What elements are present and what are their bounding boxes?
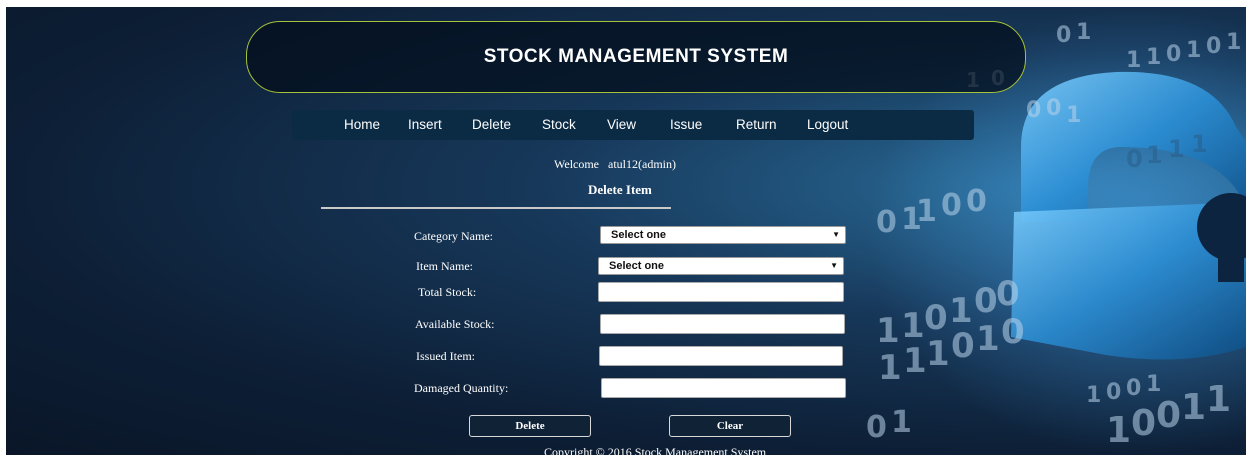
welcome-message: Welcome atul12(admin) <box>554 157 676 172</box>
svg-text:1: 1 <box>1181 387 1206 428</box>
svg-text:0: 0 <box>924 298 948 338</box>
svg-text:1: 1 <box>878 348 902 388</box>
svg-text:1: 1 <box>926 334 950 374</box>
category-name-selected: Select one <box>611 229 667 241</box>
svg-text:0: 0 <box>951 326 975 366</box>
damaged-quantity-input[interactable] <box>601 378 846 398</box>
svg-text:1: 1 <box>949 291 973 331</box>
issued-item-label: Issued Item: <box>416 349 475 363</box>
item-name-label: Item Name: <box>416 259 473 273</box>
svg-text:1: 1 <box>1126 48 1141 73</box>
item-name-selected: Select one <box>609 260 665 272</box>
svg-text:0: 0 <box>996 274 1020 314</box>
item-name-select[interactable]: Select one ▼ <box>598 257 844 275</box>
nav-stock[interactable]: Stock <box>542 117 576 132</box>
app-title: STOCK MANAGEMENT SYSTEM <box>483 46 789 67</box>
svg-text:0: 0 <box>1001 312 1025 352</box>
divider <box>321 207 671 209</box>
category-name-label: Category Name: <box>414 229 493 243</box>
clear-button[interactable]: Clear <box>669 415 791 437</box>
svg-text:0: 0 <box>1156 395 1181 436</box>
svg-text:0: 0 <box>1106 380 1121 405</box>
svg-text:0: 0 <box>974 281 998 321</box>
svg-text:0: 0 <box>941 188 962 223</box>
svg-text:1: 1 <box>976 319 1000 359</box>
svg-text:0: 0 <box>1056 23 1071 48</box>
available-stock-label: Available Stock: <box>415 317 495 331</box>
header-banner: STOCK MANAGEMENT SYSTEM <box>246 21 1026 93</box>
welcome-user: atul12(admin) <box>608 157 676 171</box>
svg-text:1: 1 <box>1206 379 1231 420</box>
svg-text:1: 1 <box>1076 20 1091 45</box>
issued-item-input[interactable] <box>599 346 843 366</box>
nav-delete[interactable]: Delete <box>472 117 511 132</box>
svg-text:1: 1 <box>1146 141 1163 169</box>
total-stock-label: Total Stock: <box>418 285 477 299</box>
svg-text:0: 0 <box>966 184 987 219</box>
svg-text:1: 1 <box>916 194 937 229</box>
svg-text:0: 0 <box>1206 34 1221 59</box>
svg-text:1: 1 <box>1186 38 1201 63</box>
svg-text:1: 1 <box>1191 130 1208 158</box>
footer-copyright: Copyright © 2016 Stock Management System <box>544 445 767 455</box>
nav-bar: Home Insert Delete Stock View Issue Retu… <box>292 110 974 140</box>
svg-text:1: 1 <box>1106 410 1131 451</box>
svg-text:1: 1 <box>1226 30 1241 55</box>
damaged-quantity-label: Damaged Quantity: <box>414 381 509 395</box>
nav-logout[interactable]: Logout <box>807 117 848 132</box>
page-title: Delete Item <box>588 182 652 197</box>
nav-view[interactable]: View <box>607 117 636 132</box>
svg-text:0: 0 <box>876 205 897 240</box>
svg-text:1: 1 <box>1146 45 1161 70</box>
svg-text:0: 0 <box>1126 376 1141 401</box>
svg-text:0: 0 <box>1166 42 1181 67</box>
delete-button[interactable]: Delete <box>469 415 591 437</box>
nav-insert[interactable]: Insert <box>408 117 442 132</box>
svg-text:1: 1 <box>891 405 912 440</box>
svg-text:0: 0 <box>1046 96 1061 121</box>
svg-text:1: 1 <box>901 306 925 346</box>
svg-text:1: 1 <box>1086 383 1101 408</box>
nav-return[interactable]: Return <box>736 117 777 132</box>
category-name-select[interactable]: Select one ▼ <box>600 226 846 244</box>
nav-home[interactable]: Home <box>344 117 380 132</box>
svg-text:0: 0 <box>1026 98 1041 123</box>
svg-text:0: 0 <box>1126 145 1143 173</box>
welcome-prefix: Welcome <box>554 157 600 171</box>
svg-text:1: 1 <box>876 311 900 351</box>
total-stock-input[interactable] <box>598 282 844 302</box>
svg-text:1: 1 <box>1066 103 1081 128</box>
svg-text:0: 0 <box>866 410 887 445</box>
nav-issue[interactable]: Issue <box>670 117 702 132</box>
available-stock-input[interactable] <box>600 314 845 334</box>
svg-text:0: 0 <box>1131 403 1156 444</box>
chevron-down-icon: ▼ <box>830 261 838 270</box>
svg-text:1: 1 <box>1168 135 1185 163</box>
svg-text:1: 1 <box>903 341 927 381</box>
chevron-down-icon: ▼ <box>832 230 840 239</box>
svg-text:1: 1 <box>1146 372 1161 397</box>
page-background: 0 1 1 0 0 1 1 0 1 0 0 1 1 1 0 1 0 0 1 1 … <box>6 7 1246 455</box>
